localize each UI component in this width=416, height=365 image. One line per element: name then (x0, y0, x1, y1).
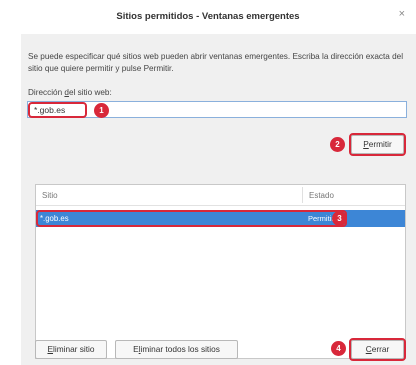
remove-site-button[interactable]: Eliminar sitio (35, 340, 107, 359)
remove-all-sites-button[interactable]: Eliminar todos los sitios (115, 340, 238, 359)
title-bar: Sitios permitidos - Ventanas emergentes … (0, 0, 416, 34)
row-highlight (36, 210, 347, 227)
step-badge-2: 2 (330, 137, 345, 152)
close-icon[interactable]: × (399, 9, 405, 20)
column-header-status[interactable]: Estado (309, 191, 334, 200)
allow-button-highlight (349, 133, 406, 156)
step-badge-3: 3 (332, 211, 347, 226)
sites-table[interactable]: Sitio Estado *.gob.es Permitir 3 (35, 184, 406, 359)
dialog-title: Sitios permitidos - Ventanas emergentes (116, 11, 300, 22)
dialog-content: Se puede especificar qué sitios web pued… (21, 34, 416, 365)
column-divider (302, 187, 303, 203)
close-button-highlight (349, 338, 406, 361)
address-label: Dirección del sitio web: (28, 88, 112, 97)
popup-exceptions-dialog: Sitios permitidos - Ventanas emergentes … (0, 0, 416, 365)
step-badge-1: 1 (94, 103, 109, 118)
address-input-value[interactable]: *.gob.es (28, 102, 87, 118)
step-badge-4: 4 (331, 341, 346, 356)
table-header: Sitio Estado (36, 185, 405, 206)
column-header-site[interactable]: Sitio (42, 191, 58, 200)
description-text: Se puede especificar qué sitios web pued… (28, 52, 404, 73)
